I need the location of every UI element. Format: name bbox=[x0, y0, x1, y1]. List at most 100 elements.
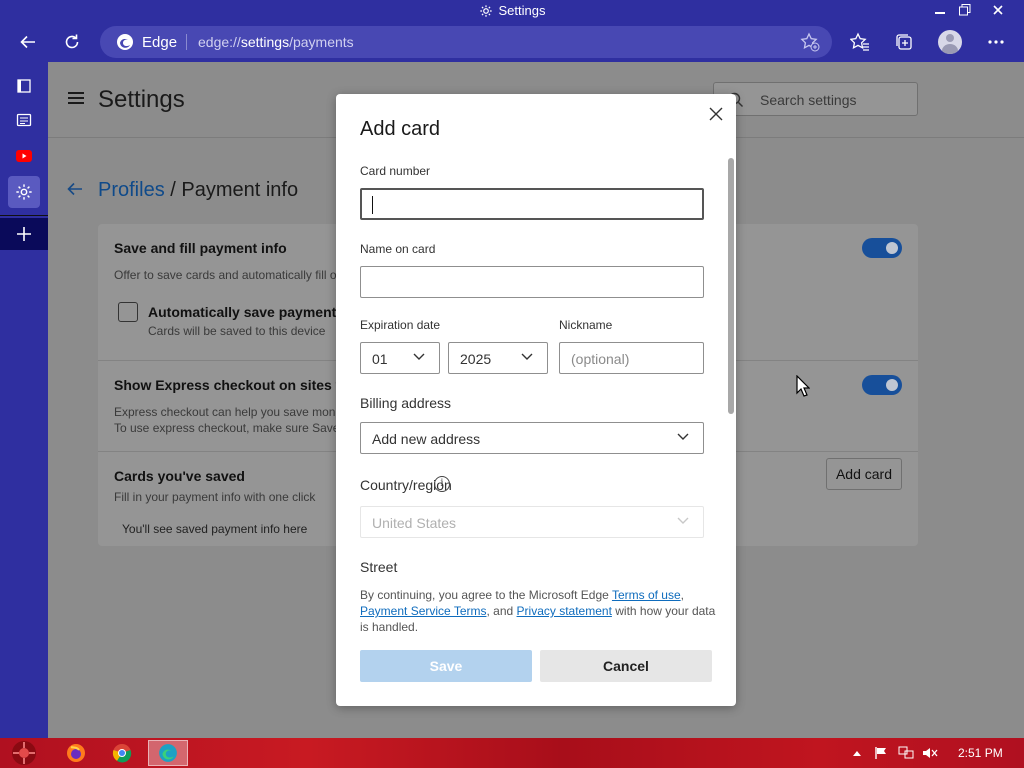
expiration-year-select[interactable]: 2025 bbox=[448, 342, 548, 374]
mouse-cursor-icon bbox=[796, 375, 810, 397]
news-icon bbox=[16, 113, 32, 127]
taskbar: 2:51 PM bbox=[0, 738, 1024, 768]
info-icon[interactable]: i bbox=[434, 476, 450, 492]
address-separator bbox=[186, 34, 187, 50]
save-fill-desc: Offer to save cards and automatically fi… bbox=[114, 268, 337, 282]
youtube-icon bbox=[16, 150, 32, 162]
minimize-button[interactable] bbox=[930, 1, 950, 19]
close-window-button[interactable] bbox=[988, 1, 1008, 19]
page-title: Settings bbox=[98, 86, 185, 113]
firefox-icon bbox=[67, 744, 85, 762]
terms-notice: By continuing, you agree to the Microsof… bbox=[360, 587, 716, 635]
sidebar-settings[interactable] bbox=[8, 176, 40, 208]
restore-icon bbox=[959, 4, 971, 16]
cancel-button[interactable]: Cancel bbox=[540, 650, 712, 682]
sidebar-add-button[interactable] bbox=[0, 218, 48, 250]
sidebar-news[interactable] bbox=[8, 104, 40, 136]
chevron-down-icon bbox=[677, 433, 689, 440]
dialog-title: Add card bbox=[360, 118, 441, 140]
expiration-year-value: 2025 bbox=[460, 351, 492, 367]
sidebar-youtube[interactable] bbox=[8, 140, 40, 172]
chrome-icon bbox=[112, 744, 132, 763]
express-toggle[interactable] bbox=[862, 375, 902, 395]
taskbar-edge[interactable] bbox=[148, 740, 188, 766]
action-center-flag-icon[interactable] bbox=[874, 746, 888, 760]
collections-icon bbox=[896, 34, 912, 50]
refresh-icon bbox=[65, 34, 79, 49]
terms-and: , and bbox=[486, 604, 517, 618]
back-button[interactable] bbox=[16, 30, 40, 54]
street-label: Street bbox=[360, 559, 398, 575]
terms-comma: , bbox=[680, 588, 684, 602]
express-desc-2: To use express checkout, make sure Save … bbox=[114, 421, 350, 435]
privacy-statement-link[interactable]: Privacy statement bbox=[517, 604, 612, 618]
search-settings-input[interactable]: Search settings bbox=[713, 82, 918, 116]
edge-logo-icon bbox=[117, 34, 133, 50]
url-host: settings bbox=[240, 34, 290, 50]
browser-toolbar: Edge edge://settings/payments bbox=[0, 22, 1024, 62]
settings-more-button[interactable] bbox=[984, 30, 1008, 54]
url-path: /payments bbox=[289, 34, 354, 50]
window-title: Settings bbox=[0, 3, 1024, 18]
tray-expand-icon[interactable] bbox=[852, 749, 862, 757]
browser-name-label: Edge bbox=[142, 34, 178, 51]
minimize-icon bbox=[935, 12, 945, 14]
sidebar-tab-actions[interactable] bbox=[8, 70, 40, 102]
restore-button[interactable] bbox=[955, 1, 975, 19]
card-number-input[interactable] bbox=[360, 188, 704, 220]
country-region-select: United States bbox=[360, 506, 704, 538]
search-placeholder: Search settings bbox=[760, 92, 857, 108]
close-icon bbox=[993, 5, 1003, 15]
name-on-card-input[interactable] bbox=[360, 266, 704, 298]
plus-icon bbox=[17, 227, 31, 241]
breadcrumb-separator: / bbox=[164, 179, 182, 201]
auto-save-desc: Cards will be saved to this device bbox=[148, 324, 326, 338]
nickname-placeholder: (optional) bbox=[571, 351, 630, 367]
country-region-value: United States bbox=[372, 515, 457, 531]
gear-icon bbox=[16, 184, 32, 200]
chevron-down-icon bbox=[677, 517, 689, 524]
menu-icon[interactable] bbox=[68, 92, 84, 107]
name-on-card-label: Name on card bbox=[360, 242, 436, 256]
express-desc-1: Express checkout can help you save mone bbox=[114, 405, 343, 419]
chevron-down-icon bbox=[413, 353, 425, 360]
favorites-button[interactable] bbox=[848, 30, 872, 54]
payment-service-terms-link[interactable]: Payment Service Terms bbox=[360, 604, 487, 618]
nickname-input[interactable]: (optional) bbox=[559, 342, 704, 374]
save-button[interactable]: Save bbox=[360, 650, 532, 682]
breadcrumb-profiles-link[interactable]: Profiles bbox=[98, 179, 165, 201]
auto-save-title: Automatically save payment i bbox=[148, 304, 345, 320]
collections-button[interactable] bbox=[892, 30, 916, 54]
add-favorite-icon[interactable] bbox=[800, 32, 820, 52]
clock[interactable]: 2:51 PM bbox=[958, 746, 1003, 760]
address-bar[interactable]: Edge edge://settings/payments bbox=[100, 26, 832, 58]
back-arrow-icon[interactable] bbox=[66, 180, 84, 198]
saved-cards-desc: Fill in your payment info with one click bbox=[114, 490, 316, 504]
nickname-label: Nickname bbox=[559, 318, 613, 332]
taskbar-firefox[interactable] bbox=[56, 740, 96, 766]
network-icon[interactable] bbox=[898, 746, 914, 760]
refresh-button[interactable] bbox=[60, 30, 84, 54]
save-fill-toggle[interactable] bbox=[862, 238, 902, 258]
dialog-scrollbar[interactable] bbox=[728, 158, 734, 414]
window-title-text: Settings bbox=[498, 3, 546, 18]
add-card-button[interactable]: Add card bbox=[826, 458, 902, 490]
back-arrow-icon bbox=[20, 35, 35, 49]
edge-sidebar bbox=[0, 62, 48, 738]
taskbar-chrome[interactable] bbox=[102, 740, 142, 766]
text-caret bbox=[372, 196, 373, 214]
close-icon[interactable] bbox=[706, 104, 726, 124]
profile-avatar[interactable] bbox=[938, 30, 962, 54]
auto-save-checkbox[interactable] bbox=[118, 302, 138, 322]
billing-address-label: Billing address bbox=[360, 395, 452, 411]
edge-icon bbox=[159, 744, 177, 762]
billing-address-select[interactable]: Add new address bbox=[360, 422, 704, 454]
more-icon bbox=[988, 40, 1004, 44]
saved-cards-title: Cards you've saved bbox=[114, 468, 245, 484]
start-button[interactable] bbox=[4, 740, 44, 766]
save-fill-title: Save and fill payment info bbox=[114, 240, 287, 256]
card-number-label: Card number bbox=[360, 164, 431, 178]
terms-of-use-link[interactable]: Terms of use bbox=[612, 588, 681, 602]
volume-muted-icon[interactable] bbox=[922, 746, 938, 760]
expiration-month-select[interactable]: 01 bbox=[360, 342, 440, 374]
